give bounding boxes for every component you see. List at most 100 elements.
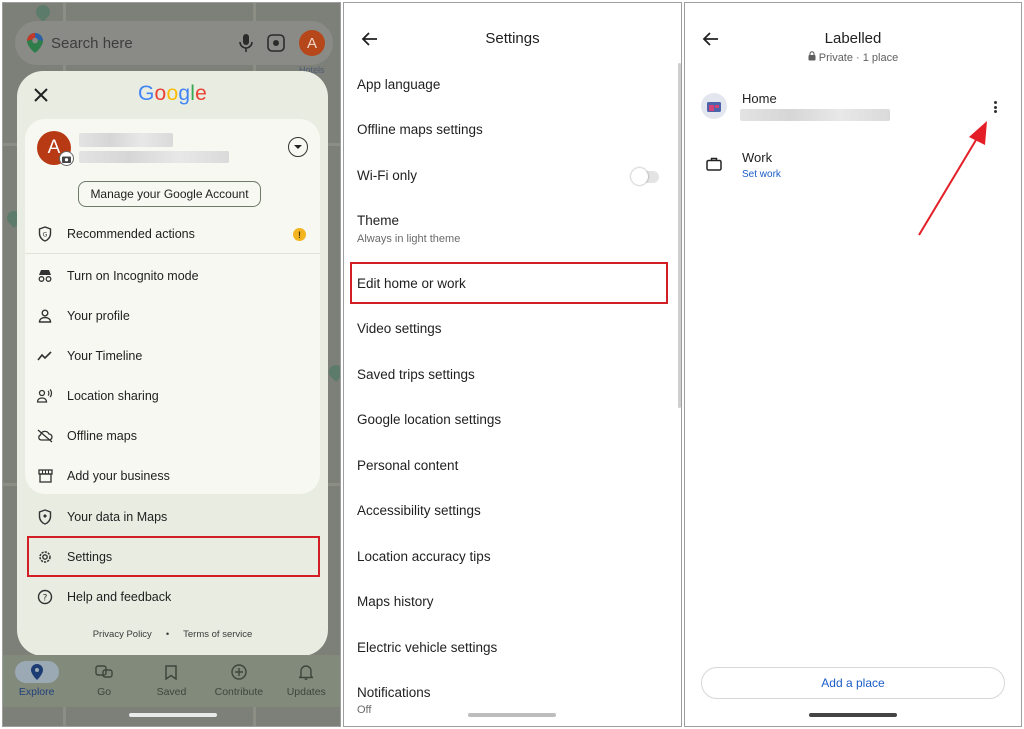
settings-item-subtitle: Always in light theme bbox=[357, 233, 461, 245]
nav-explore[interactable]: Explore bbox=[7, 661, 67, 707]
storefront-icon bbox=[37, 468, 53, 484]
timeline-icon bbox=[37, 348, 53, 364]
settings-item-label: Wi-Fi only bbox=[357, 168, 417, 183]
settings-item-label: Electric vehicle settings bbox=[357, 640, 498, 655]
place-name-work[interactable]: Work bbox=[742, 150, 772, 165]
labelled-panel: Labelled Private · 1 place Home Work Set… bbox=[684, 2, 1022, 727]
settings-item-notifications[interactable]: Notifications Off bbox=[357, 685, 431, 716]
settings-item-wifi-only[interactable]: Wi-Fi only bbox=[357, 168, 417, 183]
menu-item-label: Turn on Incognito mode bbox=[67, 269, 199, 283]
maps-logo-icon bbox=[27, 33, 43, 53]
menu-item-label: Your Timeline bbox=[67, 349, 143, 363]
chevron-down-icon[interactable] bbox=[288, 137, 308, 157]
map-pin-icon bbox=[326, 362, 340, 382]
home-address-redacted bbox=[740, 109, 890, 121]
nav-label: Updates bbox=[286, 686, 326, 698]
settings-item-maps-history[interactable]: Maps history bbox=[357, 594, 434, 609]
footer-separator: • bbox=[165, 629, 170, 640]
list-subtitle: Private · 1 place bbox=[685, 51, 1021, 64]
set-work-link[interactable]: Set work bbox=[742, 169, 781, 180]
settings-item-location-accuracy[interactable]: Location accuracy tips bbox=[357, 549, 491, 564]
home-icon bbox=[701, 93, 727, 119]
gesture-bar[interactable] bbox=[129, 713, 217, 717]
settings-highlight-box bbox=[27, 536, 320, 577]
camera-icon[interactable] bbox=[59, 151, 74, 166]
gesture-bar[interactable] bbox=[809, 713, 897, 717]
location-sharing-icon bbox=[37, 388, 53, 404]
settings-item-subtitle: Off bbox=[357, 704, 372, 716]
menu-item-help-feedback[interactable]: ? Help and feedback bbox=[37, 585, 171, 609]
menu-item-label: Your data in Maps bbox=[67, 510, 168, 524]
menu-item-label: Offline maps bbox=[67, 429, 137, 443]
settings-item-theme[interactable]: Theme Always in light theme bbox=[357, 213, 460, 245]
menu-item-label: Add your business bbox=[67, 469, 170, 483]
more-options-icon[interactable] bbox=[991, 99, 999, 115]
nav-contribute[interactable]: Contribute bbox=[209, 661, 269, 707]
manage-account-button[interactable]: Manage your Google Account bbox=[78, 181, 261, 207]
nav-go[interactable]: Go bbox=[74, 661, 134, 707]
settings-item-label: Offline maps settings bbox=[357, 122, 483, 137]
search-input[interactable]: Search here bbox=[51, 35, 231, 52]
scrollbar[interactable] bbox=[678, 63, 681, 408]
incognito-icon bbox=[37, 268, 53, 284]
google-logo: Google bbox=[138, 82, 207, 105]
menu-item-offline-maps[interactable]: Offline maps bbox=[37, 424, 137, 448]
bell-icon bbox=[284, 661, 328, 683]
settings-item-offline-maps[interactable]: Offline maps settings bbox=[357, 122, 483, 137]
menu-item-label: Recommended actions bbox=[67, 227, 195, 241]
terms-of-service-link[interactable]: Terms of service bbox=[183, 629, 252, 640]
settings-item-personal-content[interactable]: Personal content bbox=[357, 458, 458, 473]
maps-account-panel: Hotels Search here A Google A Manage you… bbox=[2, 2, 341, 727]
settings-item-electric-vehicle[interactable]: Electric vehicle settings bbox=[357, 640, 497, 655]
nav-updates[interactable]: Updates bbox=[276, 661, 336, 707]
gesture-bar[interactable] bbox=[468, 713, 556, 717]
menu-item-your-profile[interactable]: Your profile bbox=[37, 304, 130, 328]
nav-label: Saved bbox=[156, 686, 187, 698]
nav-saved[interactable]: Saved bbox=[141, 661, 201, 707]
menu-item-your-data[interactable]: Your data in Maps bbox=[37, 505, 167, 529]
settings-item-label: Accessibility settings bbox=[357, 503, 481, 518]
add-circle-icon bbox=[217, 661, 261, 683]
settings-item-app-language[interactable]: App language bbox=[357, 77, 440, 92]
data-shield-icon bbox=[37, 509, 53, 525]
settings-item-video[interactable]: Video settings bbox=[357, 321, 442, 336]
account-avatar-button[interactable]: A bbox=[299, 30, 325, 56]
help-icon: ? bbox=[37, 589, 53, 605]
menu-item-add-business[interactable]: Add your business bbox=[37, 464, 170, 488]
settings-item-label: Google location settings bbox=[357, 412, 502, 427]
shield-icon: G bbox=[37, 226, 53, 242]
settings-item-google-location[interactable]: Google location settings bbox=[357, 412, 501, 427]
menu-item-label: Location sharing bbox=[67, 389, 159, 403]
microphone-icon[interactable] bbox=[239, 34, 253, 52]
search-bar[interactable]: Search here A bbox=[15, 21, 333, 65]
divider bbox=[25, 253, 320, 254]
page-title: Settings bbox=[485, 30, 540, 47]
menu-item-your-timeline[interactable]: Your Timeline bbox=[37, 344, 142, 368]
settings-item-label: App language bbox=[357, 77, 441, 92]
wifi-only-toggle[interactable] bbox=[631, 168, 659, 185]
sheet-footer: Privacy Policy • Terms of service bbox=[17, 629, 328, 640]
settings-item-saved-trips[interactable]: Saved trips settings bbox=[357, 367, 475, 382]
list-subtitle-text: Private · 1 place bbox=[818, 51, 899, 64]
settings-item-label: Location accuracy tips bbox=[357, 549, 491, 564]
settings-item-label: Video settings bbox=[357, 321, 442, 336]
menu-item-label: Help and feedback bbox=[67, 590, 172, 604]
commute-icon bbox=[82, 661, 126, 683]
account-name-redacted bbox=[79, 133, 173, 147]
settings-panel: Settings App language Offline maps setti… bbox=[343, 2, 682, 727]
privacy-policy-link[interactable]: Privacy Policy bbox=[93, 629, 152, 640]
briefcase-icon bbox=[701, 151, 727, 177]
place-name-home[interactable]: Home bbox=[742, 91, 777, 106]
add-place-button[interactable]: Add a place bbox=[701, 667, 1005, 699]
person-icon bbox=[37, 308, 53, 324]
svg-text:G: G bbox=[43, 232, 48, 239]
settings-item-accessibility[interactable]: Accessibility settings bbox=[357, 503, 481, 518]
location-pin-icon bbox=[14, 661, 59, 683]
map-pin-icon bbox=[33, 3, 53, 22]
menu-item-location-sharing[interactable]: Location sharing bbox=[37, 384, 159, 408]
alert-badge-icon: ! bbox=[293, 228, 306, 241]
menu-item-incognito[interactable]: Turn on Incognito mode bbox=[37, 264, 199, 288]
settings-item-label: Saved trips settings bbox=[357, 367, 475, 382]
menu-item-recommended-actions[interactable]: G Recommended actions bbox=[37, 222, 195, 246]
lens-icon[interactable] bbox=[267, 34, 285, 52]
